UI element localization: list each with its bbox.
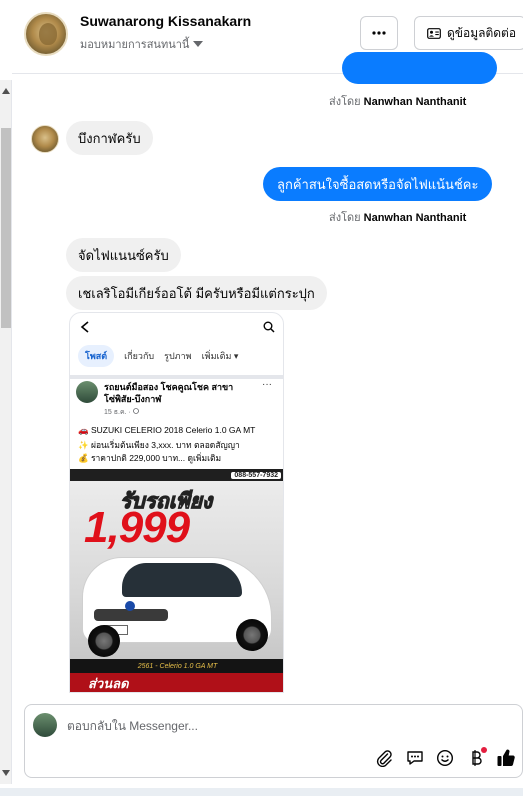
like-button[interactable] [495, 747, 517, 769]
more-options-button[interactable] [360, 16, 398, 50]
shared-post-time: 15 ธ.ค. · [104, 407, 139, 418]
shared-post-photo: 088-557-7932 รับรถเพียง 1,999 2561 - Cel… [70, 469, 283, 692]
globe-icon [132, 408, 139, 414]
outgoing-message: ลูกค้าสนใจซื้อสดหรือจัดไฟแน้นช์คะ [263, 167, 493, 201]
back-arrow-icon [80, 321, 89, 333]
incoming-message: เชเลริโอมีเกียร์ออโต้ มีครับหรือมีแต่กระ… [66, 276, 327, 310]
sent-by-label: ส่งโดย Nanwhan Nanthanit [329, 96, 467, 108]
moneybag-icon: 💰 [78, 453, 89, 463]
incoming-message: บึงกาฬครับ [66, 121, 153, 155]
shared-image-toolbar [70, 313, 283, 341]
shared-post-avatar [76, 381, 98, 403]
outgoing-message-partial [342, 52, 497, 84]
assign-label: มอบหมายการสนทนานี้ [80, 39, 190, 51]
sparkle-icon: ✨ [78, 440, 89, 450]
view-contact-button[interactable]: ดูข้อมูลติดต่อ [414, 16, 523, 50]
sent-by-label: ส่งโดย Nanwhan Nanthanit [329, 212, 467, 224]
page-avatar [33, 713, 57, 737]
shared-image-message[interactable]: โพสต์ เกี่ยวกับ รูปภาพ เพิ่มเติม ▾ รถยนต… [69, 312, 284, 693]
more-icon [372, 31, 386, 35]
shared-post-line: 🚗 SUZUKI CELERIO 2018 Celerio 1.0 GA MT [78, 425, 256, 435]
shared-photo-phone-bar: 088-557-7932 [70, 469, 283, 481]
shared-photo-price: 1,999 [84, 503, 190, 552]
saved-reply-icon [406, 751, 423, 765]
saved-reply-button[interactable] [404, 747, 426, 769]
car-logo [125, 601, 135, 611]
shared-image-tabs: โพสต์ เกี่ยวกับ รูปภาพ เพิ่มเติม ▾ [70, 343, 283, 369]
shared-tab: เกี่ยวกับ [124, 351, 155, 361]
emoji-icon [436, 749, 454, 767]
contact-card-icon [427, 27, 441, 39]
contact-name[interactable]: Suwanarong Kissanakarn [80, 13, 251, 29]
assign-conversation[interactable]: มอบหมายการสนทนานี้ [80, 35, 204, 53]
composer-actions [369, 745, 521, 771]
bottom-strip [0, 788, 523, 796]
shared-post-more-icon: ··· [262, 379, 272, 390]
shared-tab: รูปภาพ [164, 351, 192, 361]
car-wheel [236, 619, 268, 651]
reply-input[interactable] [67, 715, 507, 737]
shared-post-line: ✨ ผ่อนเริ่มต้นเพียง 3,xxx. บาท ตลอดสัญญา [78, 440, 240, 450]
car-wheel [88, 625, 120, 657]
shared-divider [70, 375, 283, 379]
shared-tab: เพิ่มเติม ▾ [201, 351, 239, 361]
shared-post-line: 💰 ราคาปกติ 229,000 บาท... ดูเพิ่มเติม [78, 453, 222, 463]
car-window [122, 563, 242, 597]
emoji-button[interactable] [434, 747, 456, 769]
scroll-up-icon[interactable] [0, 84, 12, 98]
search-icon [263, 321, 275, 333]
reply-composer [24, 704, 523, 778]
shared-post-header: รถยนต์มือสอง โชคคูณโชค สาขาโซ่พิสัย-บึงก… [76, 379, 279, 421]
chevron-down-icon [193, 41, 204, 47]
paperclip-icon [376, 750, 392, 767]
shared-tab: โพสต์ [78, 345, 115, 367]
payment-button[interactable] [465, 747, 487, 769]
scrollbar-thumb[interactable] [1, 128, 11, 328]
car-icon: 🚗 [78, 425, 89, 435]
shared-photo-phone: 088-557-7932 [231, 471, 281, 479]
notification-dot [480, 747, 487, 753]
view-contact-label: ดูข้อมูลติดต่อ [447, 25, 517, 40]
attach-button[interactable] [373, 747, 395, 769]
incoming-message: จัดไฟแนนซ์ครับ [66, 238, 181, 272]
thumbs-up-icon [497, 749, 515, 767]
shared-photo-bottom-banner: ส่วนลด [70, 673, 283, 692]
contact-avatar[interactable] [24, 12, 68, 56]
shared-photo-model-caption: 2561 - Celerio 1.0 GA MT [70, 659, 283, 673]
scroll-down-icon[interactable] [0, 766, 12, 780]
contact-avatar-small [31, 125, 59, 153]
shared-post-author: รถยนต์มือสอง โชคคูณโชค สาขาโซ่พิสัย-บึงก… [104, 382, 234, 404]
